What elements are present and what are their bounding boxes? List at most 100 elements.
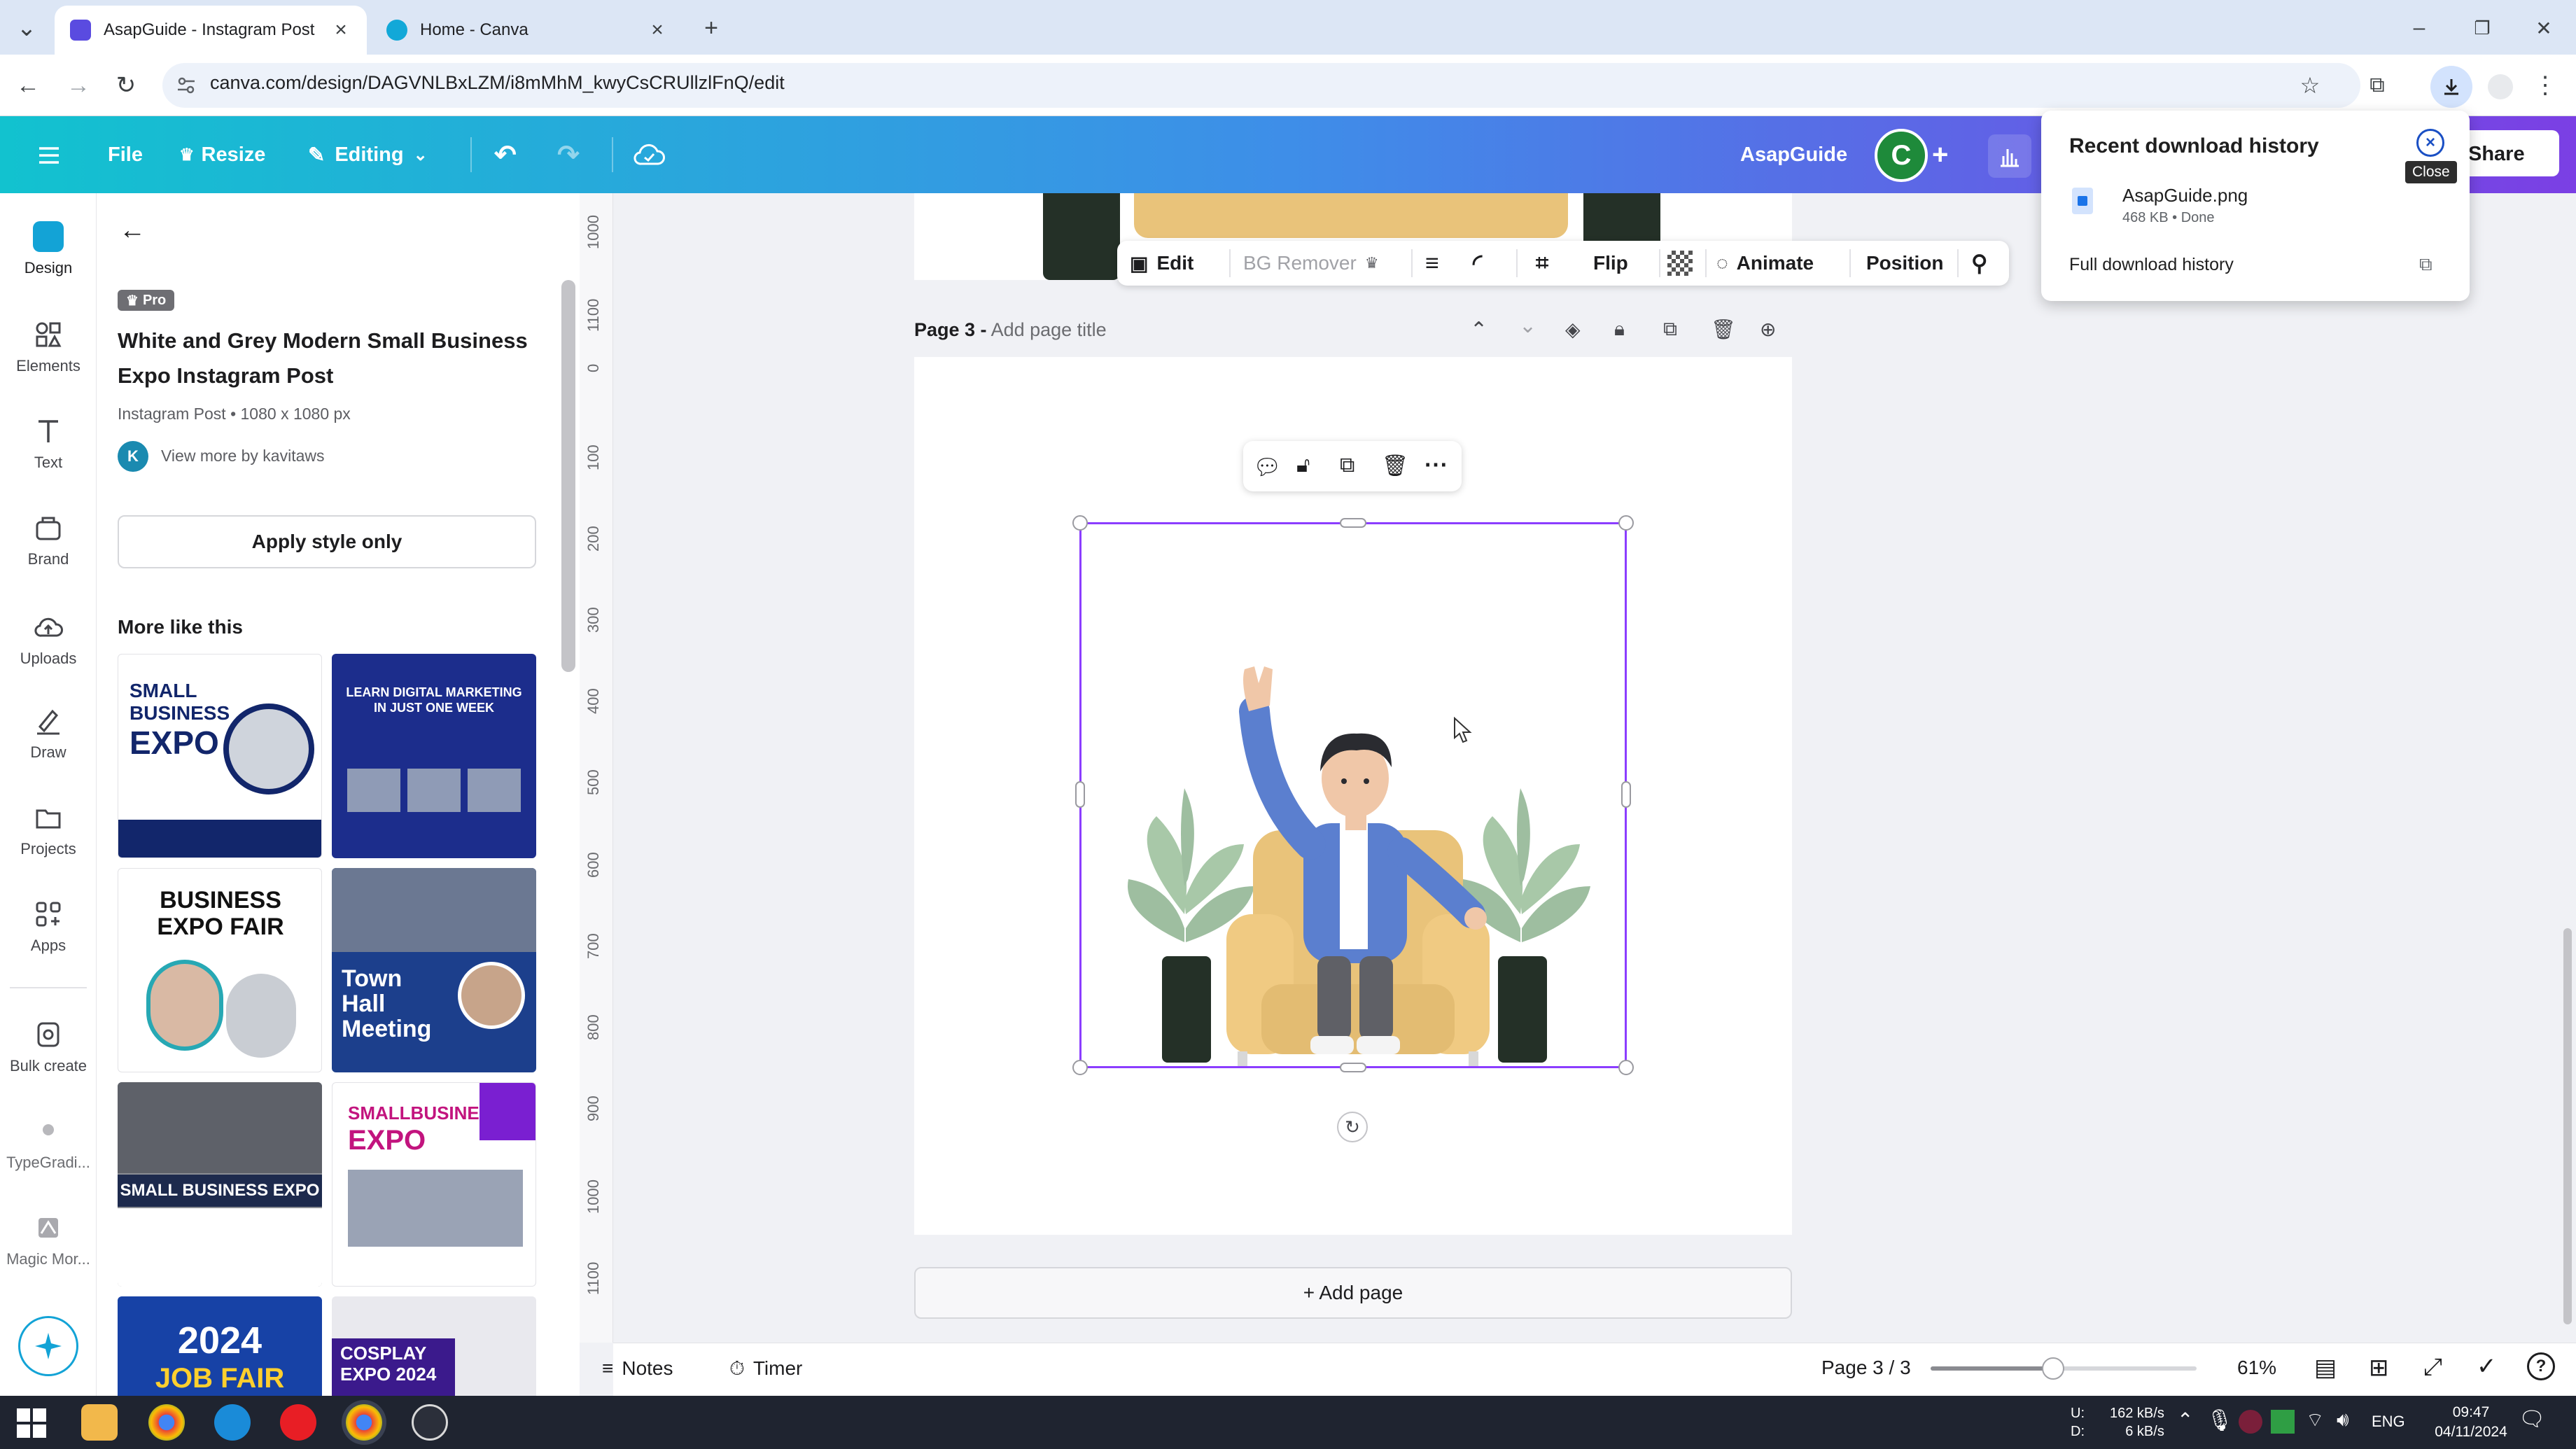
wifi-icon[interactable]: ⌔ [2306, 1408, 2324, 1433]
insights-chart-icon[interactable] [1988, 134, 2031, 178]
template-thumbnail[interactable]: SMALL BUSINESS EXPO [118, 1082, 322, 1287]
close-popup-icon[interactable]: × [2416, 129, 2444, 157]
back-arrow-icon[interactable]: ← [119, 216, 150, 246]
page-view-icon[interactable]: ▤ [2314, 1354, 2337, 1382]
redo-icon[interactable]: ↷ [557, 137, 580, 172]
move-page-up-icon[interactable]: ⌃ [1470, 318, 1498, 346]
language-indicator[interactable]: ENG [2372, 1413, 2405, 1431]
site-info-icon[interactable] [175, 74, 197, 97]
border-style-icon[interactable]: ≡ [1425, 241, 1439, 286]
timer-button[interactable]: ⏱︎ Timer [729, 1351, 862, 1386]
browser-menu-icon[interactable]: ⋮ [2530, 70, 2561, 101]
tray-app-icon[interactable] [2239, 1410, 2262, 1434]
close-tab-icon[interactable]: × [330, 18, 351, 41]
delete-icon[interactable]: 🗑︎ [1382, 454, 1408, 478]
magic-assistant-button[interactable] [18, 1316, 78, 1376]
template-thumbnail[interactable]: SMALLBUSINESS EXPO [332, 1082, 536, 1287]
resize-handle-bottom-left[interactable] [1072, 1060, 1088, 1075]
workspace-name[interactable]: AsapGuide [1740, 137, 1847, 172]
template-thumbnail[interactable]: 2024 JOB FAIR [118, 1296, 322, 1396]
position-button[interactable]: Position [1866, 241, 1943, 286]
author-link[interactable]: View more by kavitaws [161, 447, 325, 465]
hide-page-icon[interactable]: ◈ [1565, 318, 1593, 346]
resize-handle-top-right[interactable] [1618, 515, 1634, 531]
close-window-button[interactable]: ✕ [2528, 13, 2559, 43]
downloads-icon[interactable] [2430, 66, 2472, 108]
zoom-slider-thumb[interactable] [2041, 1357, 2064, 1380]
tab-search-icon[interactable]: ⌄ [11, 13, 42, 43]
cloud-saved-icon[interactable] [631, 139, 666, 171]
volume-icon[interactable]: 🔊︎ [2337, 1408, 2349, 1432]
microphone-icon[interactable]: 🎙︎ [2206, 1408, 2233, 1433]
template-thumbnail[interactable]: SMALL BUSINESS EXPO [118, 654, 322, 858]
rail-bulk-create[interactable]: Bulk create [0, 1019, 97, 1075]
template-thumbnail[interactable]: LEARN DIGITAL MARKETING IN JUST ONE WEEK [332, 654, 536, 858]
add-page-icon[interactable]: ⊕ [1760, 318, 1788, 346]
resize-handle-top-left[interactable] [1072, 515, 1088, 531]
zoom-level[interactable]: 61% [2237, 1357, 2276, 1379]
delete-page-icon[interactable]: 🗑︎ [1711, 318, 1739, 346]
corner-rounding-icon[interactable]: ◜ [1473, 241, 1482, 286]
tab-home-canva[interactable]: Home - Canva × [371, 6, 683, 55]
zoom-slider[interactable] [1931, 1357, 2197, 1380]
template-thumbnail[interactable]: Town Hall Meeting [332, 868, 536, 1072]
back-icon[interactable]: ← [13, 70, 43, 101]
rotate-handle-icon[interactable]: ↻ [1337, 1112, 1368, 1142]
rail-uploads[interactable]: Uploads [0, 612, 97, 668]
tab-asapguide[interactable]: AsapGuide - Instagram Post × [55, 6, 367, 55]
move-page-down-icon[interactable]: ⌄ [1519, 314, 1547, 342]
file-explorer-icon[interactable] [81, 1404, 118, 1441]
main-menu-icon[interactable] [34, 140, 64, 171]
notes-button[interactable]: ≡ Notes [602, 1351, 735, 1386]
rail-brand[interactable]: Brand [0, 512, 97, 568]
rail-text[interactable]: Text [0, 416, 97, 472]
forward-icon[interactable]: → [63, 70, 94, 101]
chrome-active-icon[interactable] [346, 1404, 382, 1441]
resize-handle-right[interactable] [1621, 781, 1631, 808]
profile-icon[interactable] [2488, 74, 2513, 99]
duplicate-page-icon[interactable]: ⧉ [1663, 318, 1691, 346]
apply-style-button[interactable]: Apply style only [118, 515, 536, 568]
url-text[interactable]: canva.com/design/DAGVNLBxLZM/i8mMhM_kwyC… [210, 72, 785, 94]
grid-view-icon[interactable]: ⊞ [2369, 1354, 2389, 1382]
duplicate-icon[interactable]: ⧉ [1340, 454, 1354, 477]
template-thumbnail[interactable]: BUSINESS EXPO FAIR [118, 868, 322, 1072]
rail-draw[interactable]: Draw [0, 706, 97, 762]
panel-scrollbar[interactable] [561, 280, 575, 672]
edit-image-button[interactable]: ▣ Edit [1130, 241, 1194, 286]
restore-button[interactable]: ❐ [2467, 13, 2498, 43]
resize-handle-left[interactable] [1075, 781, 1085, 808]
app-icon[interactable] [214, 1404, 251, 1441]
rail-typegradient[interactable]: TypeGradi... [0, 1116, 97, 1172]
comment-icon[interactable]: 💬︎ [1253, 454, 1282, 480]
more-options-icon[interactable]: ⋯ [1424, 451, 1448, 479]
help-icon[interactable]: ? [2527, 1352, 2555, 1380]
resize-handle-bottom-right[interactable] [1618, 1060, 1634, 1075]
reload-icon[interactable]: ↻ [111, 70, 141, 101]
rail-magic-morph[interactable]: Magic Mor... [0, 1212, 97, 1268]
add-page-button[interactable]: + Add page [914, 1267, 1792, 1319]
tray-app-icon[interactable] [2271, 1410, 2295, 1434]
page-indicator[interactable]: Page 3 / 3 [1821, 1357, 1911, 1379]
template-thumbnail[interactable]: COSPLAY EXPO 2024 [332, 1296, 536, 1396]
clock[interactable]: 09:47 04/11/2024 [2429, 1403, 2513, 1442]
editing-mode-dropdown[interactable]: ✎ Editing ⌄ [308, 137, 428, 172]
app-icon[interactable] [412, 1404, 448, 1441]
new-tab-button[interactable]: + [696, 13, 727, 43]
extensions-icon[interactable]: ⧉ [2362, 70, 2393, 101]
fullscreen-icon[interactable]: ⤢ [2423, 1354, 2442, 1381]
rail-projects[interactable]: Projects [0, 802, 97, 858]
copy-style-icon[interactable]: ⚲ [1971, 241, 1987, 286]
show-hidden-icons-icon[interactable]: ⌃ [2177, 1408, 2193, 1432]
open-external-icon[interactable]: ⧉ [2419, 253, 2432, 276]
flip-button[interactable]: Flip [1593, 241, 1628, 286]
resize-handle-top[interactable] [1340, 518, 1366, 528]
bg-remover-button[interactable]: BG Remover ♛ [1243, 241, 1379, 286]
lock-icon[interactable]: 🔓︎ [1296, 454, 1310, 477]
file-menu[interactable]: File [108, 137, 143, 172]
windows-start-icon[interactable] [17, 1408, 46, 1438]
check-icon[interactable]: ✓ [2477, 1352, 2497, 1380]
rail-elements[interactable]: Elements [0, 319, 97, 375]
avatar[interactable]: C [1875, 129, 1928, 182]
download-file-name[interactable]: AsapGuide.png [2122, 185, 2248, 206]
